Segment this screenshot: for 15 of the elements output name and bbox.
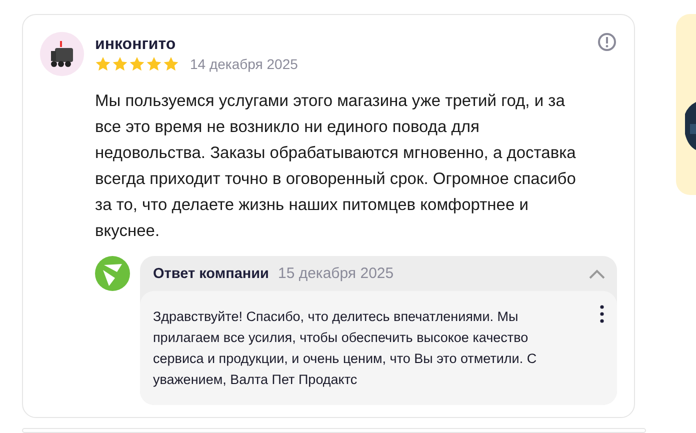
author-name: инконгито [95, 36, 177, 54]
reply-title: Ответ компании [153, 266, 269, 282]
company-logo [95, 256, 130, 291]
collapse-button[interactable] [589, 268, 605, 278]
review-text: Мы пользуемся услугами этого магазина уже третий год, и за все это время не возникло ни единого повода для недовольства. Заказы обрабатываются мгновенно, а доставка всегда приходит точно в оговоренный срок. Огромное спасибо за то, что делаете жизнь наших питомцев комфортнее и вкуснее. [95, 91, 577, 242]
star-icon [146, 56, 162, 72]
star-icon [129, 56, 145, 72]
star-icon [112, 56, 128, 72]
reply-date: 15 декабря 2025 [278, 265, 395, 282]
more-button[interactable] [600, 305, 604, 323]
star-icon [163, 56, 179, 72]
reply-text: Здравствуйте! Спасибо, что делитесь впечатлениями. Мы прилагаем все усилия, чтобы обеспечить высокое качество сервиса и продукции, и очень ценим, что Вы это отметили. С уважением, Валта Пет Продактс [153, 308, 538, 389]
review-date: 14 декабря 2025 [190, 56, 298, 72]
star-icon [95, 56, 111, 72]
report-icon[interactable] [597, 32, 617, 52]
